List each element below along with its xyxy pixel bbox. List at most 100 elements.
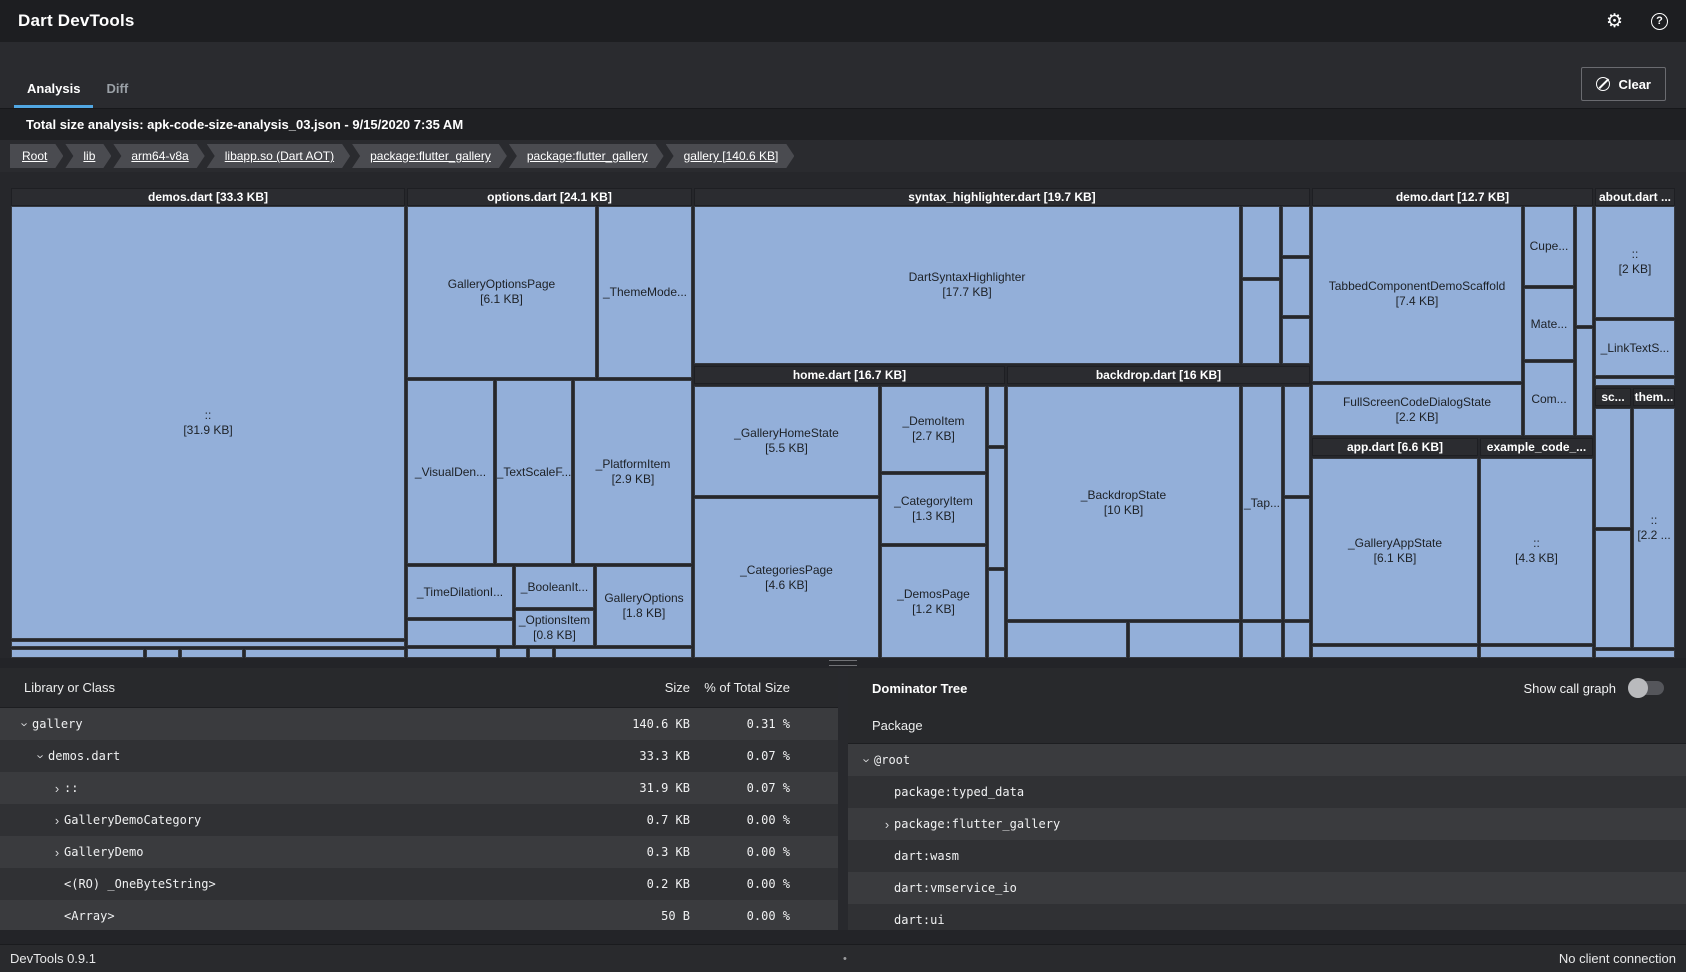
table-row[interactable]: ›GalleryDemo0.3 KB0.00 %	[0, 836, 838, 868]
treemap-cell[interactable]	[11, 649, 144, 658]
treemap-file-header[interactable]: syntax_highlighter.dart [19.7 KB]	[694, 188, 1310, 206]
treemap-cell[interactable]	[11, 641, 405, 647]
treemap-file-header[interactable]: backdrop.dart [16 KB]	[1007, 366, 1310, 384]
treemap-cell[interactable]: _CategoriesPage[4.6 KB]	[694, 498, 879, 658]
treemap-cell[interactable]	[146, 649, 179, 658]
settings-gear-icon[interactable]: ⚙	[1606, 10, 1623, 33]
breadcrumb-item[interactable]: package:flutter_gallery	[509, 144, 664, 168]
treemap-cell[interactable]: DartSyntaxHighlighter[17.7 KB]	[694, 206, 1240, 364]
treemap-cell[interactable]	[1284, 498, 1310, 620]
treemap-cell[interactable]: ::[2.2 ...	[1633, 408, 1675, 648]
treemap-cell[interactable]: _ThemeMode...	[598, 206, 692, 378]
treemap-cell[interactable]	[1282, 318, 1310, 364]
treemap-cell[interactable]: Mate...	[1524, 288, 1574, 360]
treemap-cell[interactable]	[988, 570, 1005, 658]
treemap-file-header[interactable]: home.dart [16.7 KB]	[694, 366, 1005, 384]
treemap-file-header[interactable]: sc...	[1595, 388, 1631, 406]
treemap-cell[interactable]	[1242, 206, 1280, 278]
dominator-row[interactable]: dart:vmservice_io	[848, 872, 1686, 904]
dominator-row[interactable]: ›@root	[848, 744, 1686, 776]
treemap-cell[interactable]	[1480, 646, 1593, 658]
treemap-cell[interactable]	[499, 648, 527, 658]
chevron-down-icon[interactable]: ›	[34, 749, 49, 763]
treemap-file-header[interactable]: app.dart [6.6 KB]	[1312, 438, 1478, 456]
show-call-graph-toggle[interactable]	[1628, 681, 1664, 695]
treemap-cell[interactable]	[555, 648, 692, 658]
treemap-cell[interactable]: _GalleryAppState[6.1 KB]	[1312, 458, 1478, 644]
treemap-file-header[interactable]: demos.dart [33.3 KB]	[11, 188, 405, 206]
treemap-cell[interactable]	[529, 648, 553, 658]
chevron-right-icon[interactable]: ›	[50, 813, 64, 828]
treemap-cell[interactable]	[1007, 622, 1127, 658]
dominator-row[interactable]: ›package:flutter_gallery	[848, 808, 1686, 840]
treemap-cell[interactable]: _Tap...	[1242, 386, 1282, 620]
treemap-cell[interactable]: _LinkTextS...	[1595, 320, 1675, 376]
treemap-cell[interactable]: TabbedComponentDemoScaffold[7.4 KB]	[1312, 206, 1522, 382]
treemap-cell[interactable]: _BooleanIt...	[515, 566, 594, 608]
treemap-cell[interactable]	[1576, 328, 1593, 436]
treemap-cell[interactable]	[1282, 206, 1310, 256]
table-row[interactable]: <(RO) _OneByteString>0.2 KB0.00 %	[0, 868, 838, 900]
treemap-cell[interactable]	[1242, 622, 1282, 658]
tab-diff[interactable]: Diff	[93, 68, 141, 108]
breadcrumb-item[interactable]: package:flutter_gallery	[352, 144, 507, 168]
treemap-cell[interactable]: GalleryOptionsPage[6.1 KB]	[407, 206, 596, 378]
treemap-cell[interactable]: _PlatformItem[2.9 KB]	[574, 380, 692, 564]
chevron-right-icon[interactable]: ›	[50, 845, 64, 860]
table-row[interactable]: ›demos.dart33.3 KB0.07 %	[0, 740, 838, 772]
treemap-cell[interactable]: _TimeDilationI...	[407, 566, 513, 618]
treemap-cell[interactable]	[1595, 530, 1631, 648]
treemap-cell[interactable]	[1282, 258, 1310, 316]
treemap-file-header[interactable]: them...	[1633, 388, 1675, 406]
treemap-cell[interactable]	[245, 649, 405, 658]
treemap-cell[interactable]: GalleryOptions[1.8 KB]	[596, 566, 692, 646]
treemap-cell[interactable]	[407, 620, 513, 646]
dominator-row[interactable]: dart:wasm	[848, 840, 1686, 872]
treemap-cell[interactable]	[1595, 408, 1631, 528]
treemap-cell[interactable]: ::[31.9 KB]	[11, 206, 405, 639]
treemap-file-header[interactable]: demo.dart [12.7 KB]	[1312, 188, 1593, 206]
dominator-row[interactable]: dart:ui	[848, 904, 1686, 930]
treemap-cell[interactable]: ::[2 KB]	[1595, 206, 1675, 318]
treemap-cell[interactable]	[988, 448, 1005, 568]
treemap-cell[interactable]	[1284, 386, 1310, 496]
treemap-cell[interactable]: _OptionsItem[0.8 KB]	[515, 610, 594, 646]
treemap-cell[interactable]: FullScreenCodeDialogState[2.2 KB]	[1312, 384, 1522, 436]
treemap-cell[interactable]	[1595, 378, 1675, 386]
treemap-cell[interactable]	[1284, 622, 1310, 658]
treemap-cell[interactable]	[407, 648, 497, 658]
treemap-file-header[interactable]: about.dart ...	[1595, 188, 1675, 206]
treemap-cell[interactable]: _TextScaleF...	[496, 380, 572, 564]
treemap-cell[interactable]: Cupe...	[1524, 206, 1574, 286]
breadcrumb-item[interactable]: libapp.so (Dart AOT)	[207, 144, 350, 168]
treemap-cell[interactable]	[1242, 280, 1280, 364]
chevron-right-icon[interactable]: ›	[880, 817, 894, 832]
treemap-cell[interactable]: _GalleryHomeState[5.5 KB]	[694, 386, 879, 496]
clear-button[interactable]: Clear	[1581, 67, 1666, 101]
breadcrumb-item[interactable]: gallery [140.6 KB]	[666, 144, 795, 168]
help-icon[interactable]: ?	[1651, 13, 1668, 30]
horizontal-splitter[interactable]	[0, 658, 1686, 668]
treemap-cell[interactable]: _CategoryItem[1.3 KB]	[881, 474, 986, 544]
chevron-down-icon[interactable]: ›	[860, 753, 875, 767]
chevron-down-icon[interactable]: ›	[18, 717, 33, 731]
treemap-cell[interactable]	[1312, 646, 1478, 658]
table-row[interactable]: ›::31.9 KB0.07 %	[0, 772, 838, 804]
treemap-cell[interactable]	[988, 386, 1005, 446]
treemap-file-header[interactable]: options.dart [24.1 KB]	[407, 188, 692, 206]
breadcrumb-item[interactable]: arm64-v8a	[113, 144, 204, 168]
treemap-cell[interactable]: _VisualDen...	[407, 380, 494, 564]
breadcrumb-item[interactable]: lib	[65, 144, 111, 168]
treemap-cell[interactable]: _BackdropState[10 KB]	[1007, 386, 1240, 620]
table-row[interactable]: <Array>50 B0.00 %	[0, 900, 838, 930]
treemap-cell[interactable]: _DemoItem[2.7 KB]	[881, 386, 986, 472]
treemap-cell[interactable]	[181, 649, 243, 658]
treemap-cell[interactable]	[1129, 622, 1240, 658]
chevron-right-icon[interactable]: ›	[50, 781, 64, 796]
table-row[interactable]: ›gallery140.6 KB0.31 %	[0, 708, 838, 740]
treemap-cell[interactable]: ::[4.3 KB]	[1480, 458, 1593, 644]
breadcrumb-item[interactable]: Root	[10, 144, 63, 168]
table-row[interactable]: ›GalleryDemoCategory0.7 KB0.00 %	[0, 804, 838, 836]
treemap-file-header[interactable]: example_code_...	[1480, 438, 1593, 456]
splitter-handle[interactable]	[829, 660, 857, 666]
